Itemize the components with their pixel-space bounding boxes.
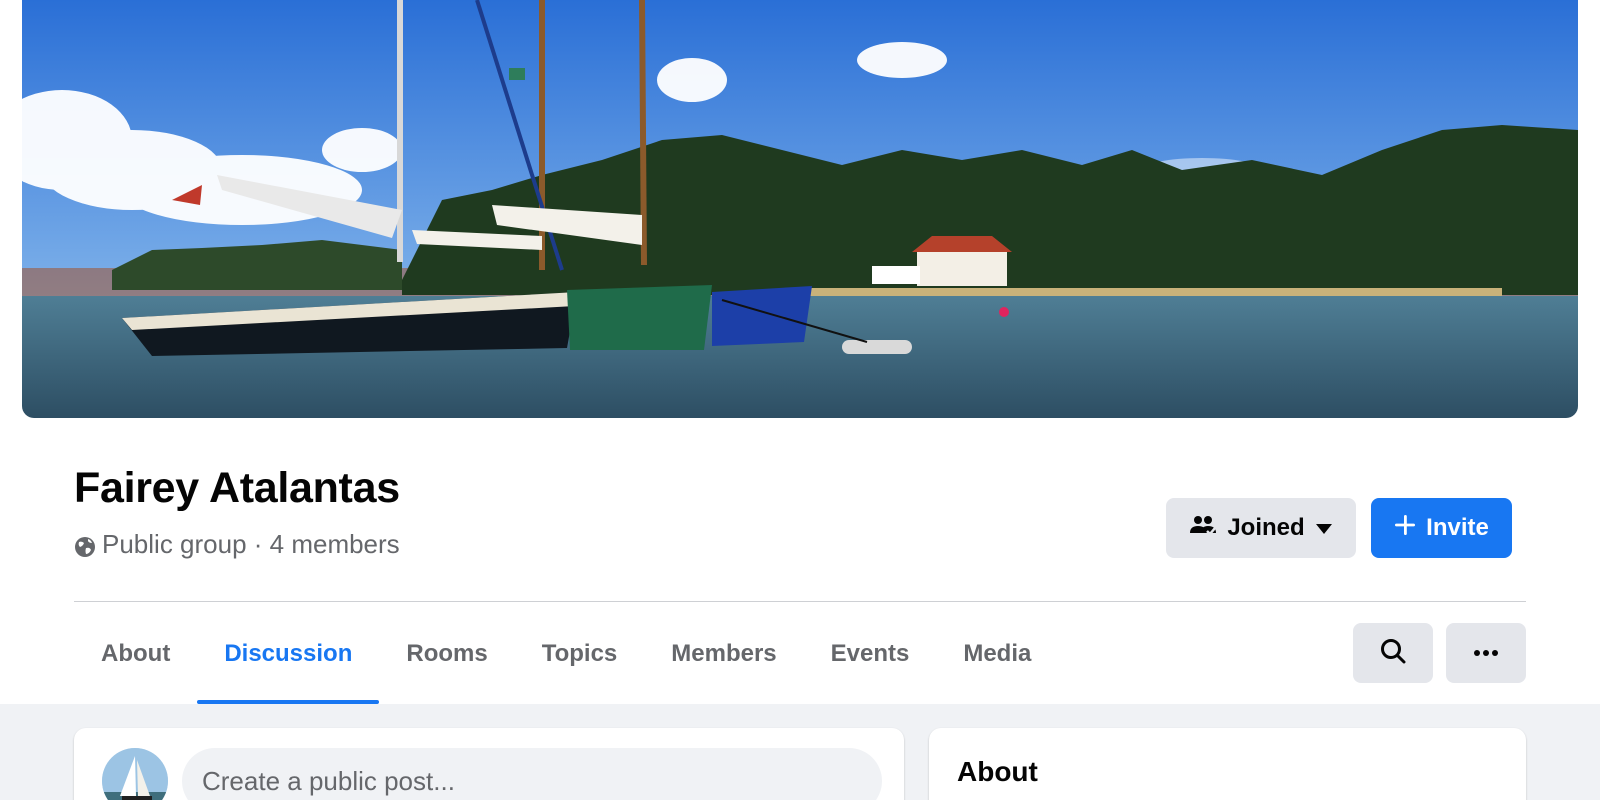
- search-icon: [1379, 637, 1407, 670]
- invite-button-label: Invite: [1426, 514, 1489, 541]
- invite-button[interactable]: Invite: [1371, 498, 1512, 558]
- tab-about[interactable]: About: [74, 620, 197, 688]
- group-privacy-and-members[interactable]: Public group · 4 members: [102, 529, 400, 560]
- joined-button-label: Joined: [1227, 514, 1305, 541]
- about-card: About: [929, 728, 1526, 800]
- search-button[interactable]: [1353, 623, 1433, 683]
- group-title[interactable]: Fairey Atalantas: [74, 464, 400, 513]
- globe-icon: [74, 534, 96, 557]
- group-tabs: About Discussion Rooms Topics Members Ev…: [74, 620, 1058, 704]
- group-header: Fairey Atalantas Public group · 4 member…: [0, 0, 1600, 704]
- header-divider: [74, 601, 1526, 602]
- tab-topics[interactable]: Topics: [515, 620, 645, 688]
- plus-icon: [1394, 514, 1416, 543]
- create-post-input[interactable]: [182, 748, 882, 800]
- group-meta: Public group · 4 members: [74, 529, 400, 560]
- tab-members[interactable]: Members: [644, 620, 803, 688]
- tab-rooms[interactable]: Rooms: [379, 620, 514, 688]
- cover-photo-image: [22, 0, 1578, 418]
- tab-media[interactable]: Media: [936, 620, 1058, 688]
- tab-discussion[interactable]: Discussion: [197, 620, 380, 704]
- more-horizontal-icon: [1473, 644, 1499, 662]
- caret-down-icon: [1315, 514, 1333, 542]
- post-composer: [74, 728, 904, 800]
- about-heading: About: [957, 756, 1038, 787]
- group-members-icon: [1189, 513, 1217, 544]
- tab-events[interactable]: Events: [804, 620, 937, 688]
- avatar[interactable]: [102, 748, 168, 800]
- more-options-button[interactable]: [1446, 623, 1526, 683]
- cover-photo[interactable]: [22, 0, 1578, 418]
- joined-button[interactable]: Joined: [1166, 498, 1356, 558]
